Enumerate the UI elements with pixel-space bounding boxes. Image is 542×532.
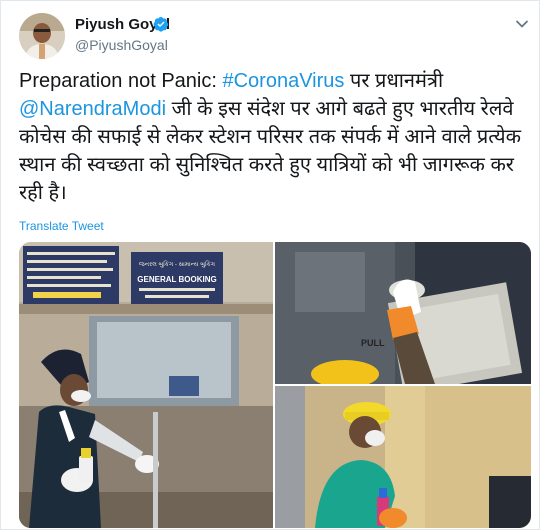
tweet-text-part1: Preparation not Panic: bbox=[19, 70, 223, 92]
photo-cleaning-coach-door[interactable]: PULL bbox=[275, 242, 531, 384]
author-handle[interactable]: @PiyushGoyal bbox=[75, 37, 168, 53]
hashtag-link[interactable]: #CoronaVirus bbox=[222, 70, 344, 92]
tweet-media-grid: જનરલ બુકિંગ - સામાન્ય બુકિંગ GENERAL BOO… bbox=[19, 242, 531, 528]
sign-subtitle: GENERAL BOOKING bbox=[137, 275, 216, 284]
translate-tweet-link[interactable]: Translate Tweet bbox=[19, 219, 104, 233]
author-avatar[interactable] bbox=[19, 13, 65, 59]
photo-booking-counter[interactable]: જનરલ બુકિંગ - સામાન્ય બુકિંગ GENERAL BOO… bbox=[19, 242, 273, 528]
avatar-photo bbox=[19, 13, 65, 59]
door-pull-label: PULL bbox=[361, 338, 385, 348]
tweet-card: Piyush Goyal @PiyushGoyal Preparation no… bbox=[0, 0, 540, 530]
tweet-text-part2: पर प्रधानमंत्री bbox=[344, 70, 444, 92]
tweet-text: Preparation not Panic: #CoronaVirus पर प… bbox=[19, 67, 531, 207]
mention-link[interactable]: @NarendraModi bbox=[19, 98, 166, 120]
sign-title: જનરલ બુકિંગ - સામાન્ય બુકિંગ bbox=[139, 260, 216, 268]
photo-worker-sanitizing[interactable] bbox=[275, 386, 531, 528]
verified-badge-icon bbox=[153, 17, 169, 32]
chevron-down-icon[interactable] bbox=[515, 17, 529, 31]
